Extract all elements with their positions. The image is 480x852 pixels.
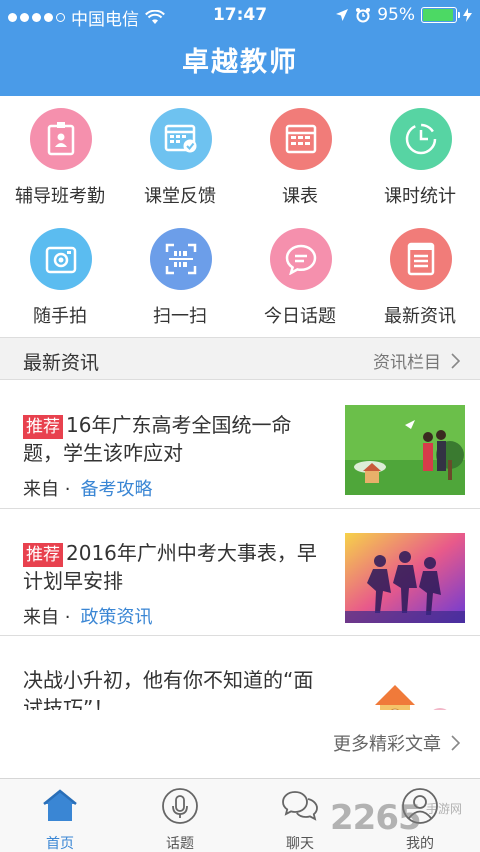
battery-percent: 95%: [377, 5, 415, 25]
status-bar: 中国电信 17:47 95%: [0, 0, 480, 30]
recommend-tag: 推荐: [23, 543, 63, 567]
news-source[interactable]: 政策资讯: [80, 607, 152, 628]
feature-latest-news[interactable]: 最新资讯: [360, 216, 480, 336]
chat-bubble-icon: [270, 228, 332, 290]
chat-icon: [282, 791, 318, 821]
news-item[interactable]: 决战小升初，他有你不知道的“面试技巧”！: [0, 636, 480, 710]
feature-label: 扫一扫: [153, 306, 207, 327]
camera-icon: [30, 228, 92, 290]
home-icon: [43, 789, 77, 821]
news-thumbnail: [345, 660, 465, 710]
feature-label: 今日话题: [264, 306, 336, 327]
more-articles-link[interactable]: 更多精彩文章: [333, 730, 460, 756]
feature-class-feedback[interactable]: 课堂反馈: [120, 96, 240, 216]
news-item[interactable]: 推荐 2016年广州中考大事表，早计划早安排 来自 · 政策资讯: [0, 509, 480, 636]
watermark-sub: 手游网: [426, 802, 463, 816]
news-thumbnail: [345, 533, 465, 623]
charging-icon: [463, 8, 472, 22]
location-icon: [336, 9, 349, 21]
scan-icon: [150, 228, 212, 290]
feature-attendance[interactable]: 辅导班考勤: [0, 96, 120, 216]
chevron-right-icon: [451, 352, 460, 369]
watermark: 2265 手游网: [330, 798, 462, 838]
battery-icon: [421, 7, 460, 23]
from-label: 来自: [23, 607, 59, 628]
feature-label: 最新资讯: [384, 306, 456, 327]
news-title: 16年广东高考全国统一命题，学生该咋应对: [23, 413, 292, 465]
news-source[interactable]: 备考攻略: [80, 479, 152, 500]
news-headline: 决战小升初，他有你不知道的“面试技巧”！: [23, 666, 331, 710]
watermark-main: 2265: [330, 798, 422, 838]
news-item[interactable]: 推荐 16年广东高考全国统一命题，学生该咋应对 来自 · 备考攻略: [0, 381, 480, 509]
tab-label: 首页: [46, 836, 74, 852]
feature-label: 课表: [282, 186, 318, 207]
top-bar: 中国电信 17:47 95% 卓越教师: [0, 0, 480, 96]
news-meta: 来自 · 备考攻略: [23, 475, 152, 501]
tab-home[interactable]: 首页: [0, 779, 120, 852]
feature-hours-stats[interactable]: 课时统计: [360, 96, 480, 216]
more-articles-label: 更多精彩文章: [333, 734, 441, 755]
feature-label: 辅导班考勤: [15, 186, 105, 207]
schedule-icon: [270, 108, 332, 170]
feature-today-topic[interactable]: 今日话题: [240, 216, 360, 336]
meta-dot: ·: [64, 607, 71, 628]
clock-icon: [390, 108, 452, 170]
news-title: 决战小升初，他有你不知道的“面试技巧”！: [23, 668, 314, 710]
feature-grid: 辅导班考勤 课堂反馈 课表 课时统计 随手拍 扫一扫 今日话题 最新资讯: [0, 96, 480, 336]
app-title: 卓越教师: [182, 47, 298, 78]
feature-snapshot[interactable]: 随手拍: [0, 216, 120, 336]
recommend-tag: 推荐: [23, 415, 63, 439]
feature-scan[interactable]: 扫一扫: [120, 216, 240, 336]
tab-label: 话题: [166, 836, 194, 852]
from-label: 来自: [23, 479, 59, 500]
microphone-icon: [162, 788, 198, 824]
feature-label: 随手拍: [33, 306, 87, 327]
news-headline: 推荐 16年广东高考全国统一命题，学生该咋应对: [23, 411, 331, 467]
news-column-link[interactable]: 资讯栏目: [373, 348, 460, 373]
tab-topic[interactable]: 话题: [120, 779, 240, 852]
meta-dot: ·: [64, 479, 71, 500]
news-meta: 来自 · 政策资讯: [23, 603, 152, 629]
calendar-check-icon: [150, 108, 212, 170]
news-headline: 推荐 2016年广州中考大事表，早计划早安排: [23, 539, 331, 595]
section-title: 最新资讯: [23, 352, 100, 374]
alarm-icon: [356, 8, 371, 23]
chevron-right-icon: [451, 735, 460, 751]
feature-label: 课堂反馈: [144, 186, 216, 207]
feature-label: 课时统计: [384, 186, 456, 207]
feature-schedule[interactable]: 课表: [240, 96, 360, 216]
badge-icon: [30, 108, 92, 170]
news-icon: [390, 228, 452, 290]
news-section-header: 最新资讯 资讯栏目: [0, 337, 480, 380]
news-thumbnail: [345, 405, 465, 495]
news-column-label: 资讯栏目: [373, 353, 441, 373]
news-title: 2016年广州中考大事表，早计划早安排: [23, 541, 317, 593]
